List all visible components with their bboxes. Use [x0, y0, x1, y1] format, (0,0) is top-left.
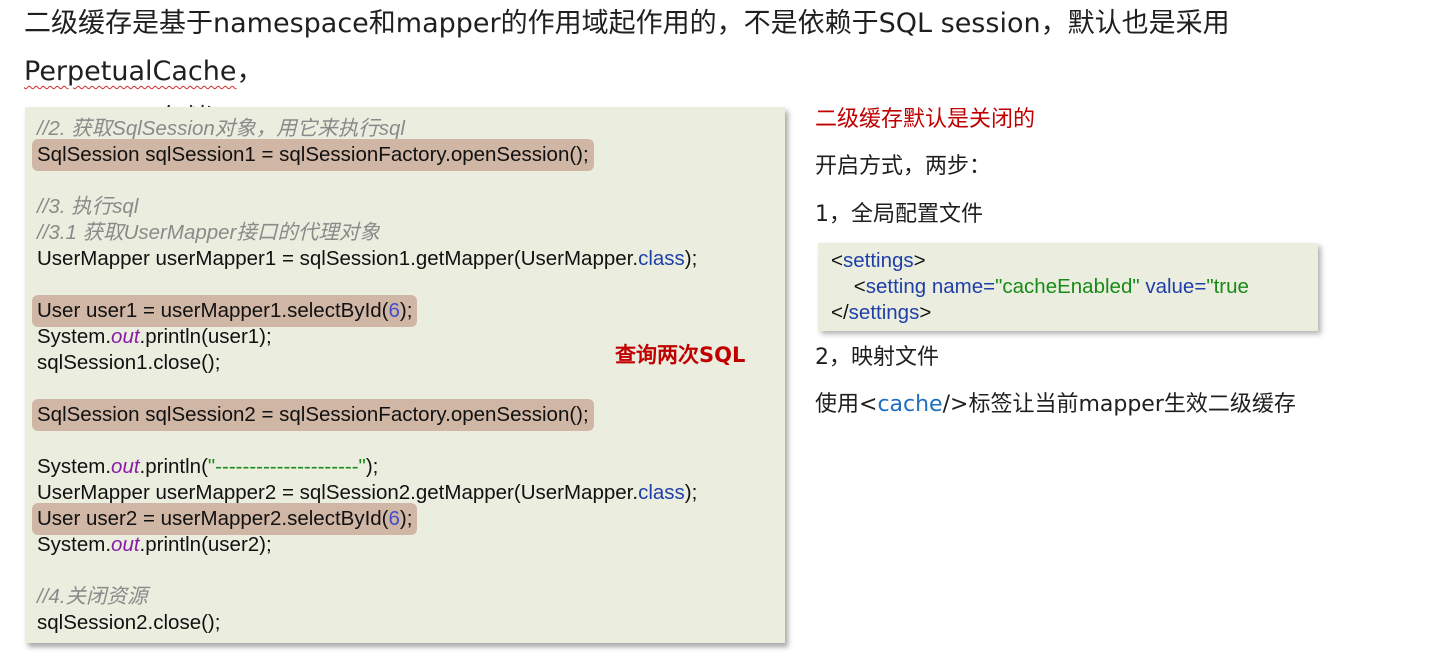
code-comment-close: //4.关闭资源 — [37, 585, 148, 608]
step-2-mapper-file: 2，映射文件 — [815, 345, 939, 370]
intro-line-1: 二级缓存是基于namespace和mapper的作用域起作用的，不是依赖于SQL… — [24, 0, 1429, 96]
code-get-mapper-1: UserMapper userMapper1 = sqlSession1.get… — [37, 247, 698, 270]
enable-steps-text: 开启方式，两步： — [815, 154, 992, 179]
code-close-session-2: sqlSession2.close(); — [37, 611, 221, 634]
code-select-user-2: User user2 = userMapper2.selectById(6); — [32, 503, 418, 535]
code-comment-exec-sql: //3. 执行sql — [37, 195, 139, 218]
code-close-session-1: sqlSession1.close(); — [37, 351, 221, 374]
intro-text: 二级缓存是基于namespace和mapper的作用域起作用的，不是依赖于SQL… — [24, 8, 1230, 39]
code-print-user-1: System.out.println(user1); — [37, 325, 272, 348]
code-open-session-2: SqlSession sqlSession2 = sqlSessionFacto… — [32, 399, 594, 431]
java-code-block: //2. 获取SqlSession对象，用它来执行sql SqlSession … — [25, 107, 785, 643]
code-comment-get-mapper: //3.1 获取UserMapper接口的代理对象 — [37, 221, 380, 244]
xml-settings-open: <settings> — [831, 249, 926, 272]
xml-settings-block: <settings> <setting name="cacheEnabled" … — [818, 243, 1318, 331]
xml-setting-line: <setting name="cacheEnabled" value="true — [831, 275, 1249, 298]
default-closed-note: 二级缓存默认是关闭的 — [815, 107, 1036, 132]
cache-tag-name: cache — [877, 392, 943, 417]
code-print-user-2: System.out.println(user2); — [37, 533, 272, 556]
code-select-user-1: User user1 = userMapper1.selectById(6); — [32, 295, 418, 327]
perpetual-cache-term: PerpetualCache — [24, 56, 237, 87]
xml-settings-close: </settings> — [831, 301, 932, 324]
code-print-separator: System.out.println("--------------------… — [37, 455, 379, 478]
step-1-global-config: 1，全局配置文件 — [815, 202, 983, 227]
intro-comma: ， — [236, 56, 264, 87]
cache-tag-usage: 使用<cache/>标签让当前mapper生效二级缓存 — [815, 392, 1296, 417]
code-open-session-1: SqlSession sqlSession1 = sqlSessionFacto… — [32, 139, 594, 171]
query-twice-annotation: 查询两次SQL — [615, 343, 746, 367]
